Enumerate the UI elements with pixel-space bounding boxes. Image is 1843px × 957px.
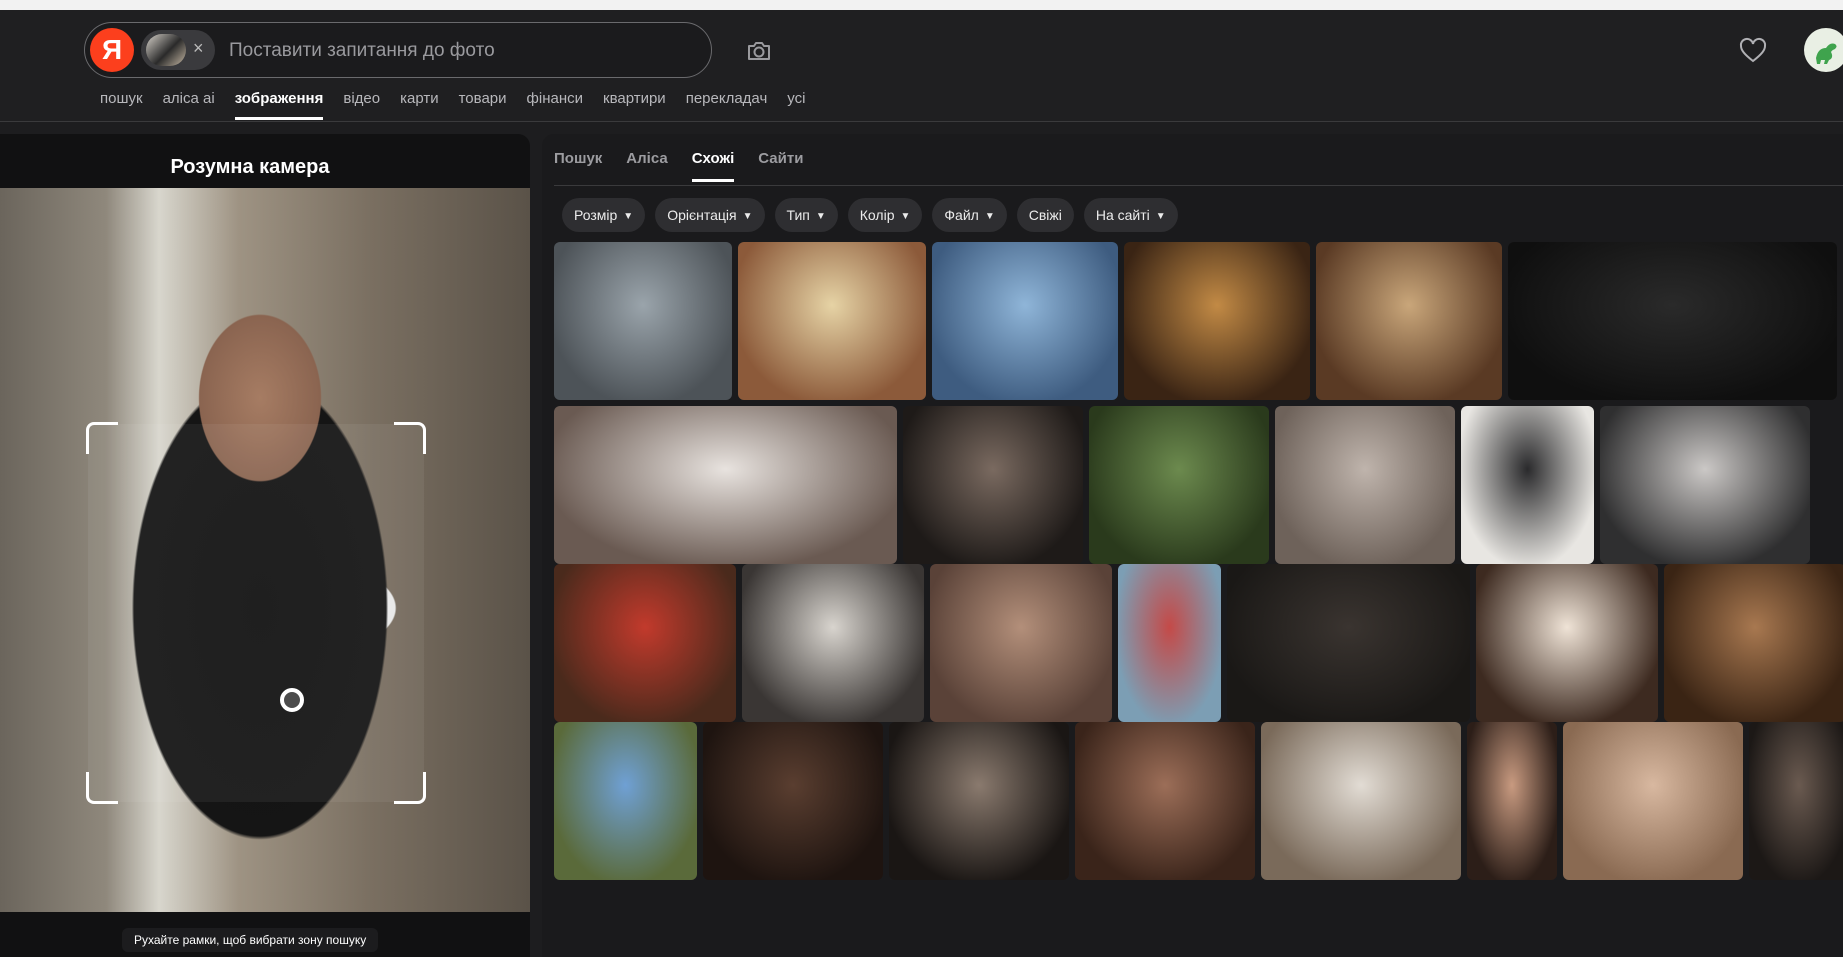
tab-sites[interactable]: Сайти <box>758 150 803 182</box>
image-thumbnail[interactable] <box>1275 406 1455 564</box>
tab-alice[interactable]: Аліса <box>626 150 667 182</box>
image-thumbnail[interactable] <box>1118 564 1221 722</box>
user-avatar[interactable] <box>1804 28 1843 72</box>
nav-item-images[interactable]: зображення <box>234 90 324 120</box>
header: Я × пошук аліса ai зображення відео карт… <box>0 10 1843 122</box>
image-thumbnail[interactable] <box>1075 722 1255 880</box>
image-thumbnail[interactable] <box>554 242 732 400</box>
image-row <box>554 242 1837 428</box>
filter-on-site[interactable]: На сайті ▼ <box>1083 198 1178 232</box>
object-point-marker[interactable] <box>280 688 304 712</box>
image-thumbnail[interactable] <box>1089 406 1269 564</box>
image-thumbnail[interactable] <box>1749 722 1843 880</box>
image-thumbnail[interactable] <box>1461 406 1594 564</box>
nav-item-all[interactable]: усі <box>787 90 805 120</box>
panel-title: Розумна камера <box>170 156 330 178</box>
image-thumbnail[interactable] <box>742 564 924 722</box>
query-photo <box>0 188 530 912</box>
filter-color[interactable]: Колір ▼ <box>847 198 923 232</box>
dinosaur-icon <box>1816 43 1837 64</box>
image-thumbnail[interactable] <box>554 406 897 564</box>
filter-orientation[interactable]: Орієнтація ▼ <box>655 198 765 232</box>
results-tabs: Пошук Аліса Схожі Сайти <box>554 150 803 182</box>
search-box[interactable]: Я × <box>84 22 712 78</box>
filter-fresh[interactable]: Свіжі <box>1016 198 1074 232</box>
image-thumbnail[interactable] <box>1124 242 1310 400</box>
image-thumbnail[interactable] <box>554 564 736 722</box>
nav-item-maps[interactable]: карти <box>400 90 439 120</box>
frame-handle-top-left[interactable] <box>86 422 118 454</box>
image-thumbnail[interactable] <box>1563 722 1743 880</box>
chevron-down-icon: ▼ <box>984 211 995 222</box>
image-thumbnail[interactable] <box>932 242 1118 400</box>
filter-bar: Розмір ▼ Орієнтація ▼ Тип ▼ Колір ▼ Файл ▼ Св… <box>562 198 1178 232</box>
yandex-logo[interactable]: Я <box>90 28 134 72</box>
remove-image-icon[interactable]: × <box>193 38 204 59</box>
tab-search[interactable]: Пошук <box>554 150 602 182</box>
image-thumbnail[interactable] <box>1261 722 1461 880</box>
nav-item-finance[interactable]: фінанси <box>527 90 583 120</box>
chevron-down-icon: ▼ <box>1155 211 1166 222</box>
filter-size[interactable]: Розмір ▼ <box>562 198 646 232</box>
image-thumbnail[interactable] <box>1508 242 1837 400</box>
image-thumbnail[interactable] <box>903 406 1083 564</box>
nav-item-search[interactable]: пошук <box>100 90 143 120</box>
favorites-heart-icon[interactable] <box>1738 36 1768 66</box>
image-thumbnail[interactable] <box>703 722 883 880</box>
tab-similar[interactable]: Схожі <box>691 150 735 182</box>
image-thumbnail[interactable] <box>930 564 1112 722</box>
image-thumbnail[interactable] <box>1476 564 1658 722</box>
image-thumbnail[interactable] <box>1227 564 1470 722</box>
frame-handle-bottom-right[interactable] <box>394 772 426 804</box>
nav-item-products[interactable]: товари <box>459 90 507 120</box>
camera-icon[interactable] <box>744 36 774 66</box>
image-thumbnail[interactable] <box>889 722 1069 880</box>
frame-hint: Рухайте рамки, щоб вибрати зону пошуку <box>122 928 379 952</box>
selection-frame[interactable] <box>86 422 426 804</box>
tabs-divider <box>554 185 1843 186</box>
chevron-down-icon: ▼ <box>815 211 826 222</box>
chevron-down-icon: ▼ <box>623 211 634 222</box>
filter-file[interactable]: Файл ▼ <box>932 198 1007 232</box>
browser-top-strip <box>0 0 1843 10</box>
image-thumbnail[interactable] <box>1316 242 1502 400</box>
frame-handle-bottom-left[interactable] <box>86 772 118 804</box>
nav-item-apartments[interactable]: квартири <box>603 90 666 120</box>
image-thumbnail[interactable] <box>554 722 697 880</box>
chevron-down-icon: ▼ <box>900 211 911 222</box>
filter-type[interactable]: Тип ▼ <box>774 198 838 232</box>
image-row <box>554 722 1843 908</box>
chevron-down-icon: ▼ <box>742 211 753 222</box>
image-thumbnail[interactable] <box>1664 564 1843 722</box>
image-thumbnail[interactable] <box>738 242 926 400</box>
frame-handle-top-right[interactable] <box>394 422 426 454</box>
results-panel: Пошук Аліса Схожі Сайти Розмір ▼ Орієнтац… <box>542 134 1843 957</box>
nav-item-alice[interactable]: аліса ai <box>163 90 215 120</box>
nav-item-translator[interactable]: перекладач <box>686 90 768 120</box>
search-input[interactable] <box>229 39 669 63</box>
image-thumbnail[interactable] <box>1467 722 1557 880</box>
image-thumbnail[interactable] <box>1600 406 1810 564</box>
query-image-chip[interactable]: × <box>141 30 215 70</box>
similar-images-grid <box>554 242 1843 957</box>
search-type-nav: пошук аліса ai зображення відео карти то… <box>100 90 805 120</box>
nav-item-video[interactable]: відео <box>343 90 380 120</box>
smart-camera-panel: Розумна камера Рухайте рамки, щоб вибрат… <box>0 134 530 957</box>
query-image-thumbnail <box>146 34 186 66</box>
